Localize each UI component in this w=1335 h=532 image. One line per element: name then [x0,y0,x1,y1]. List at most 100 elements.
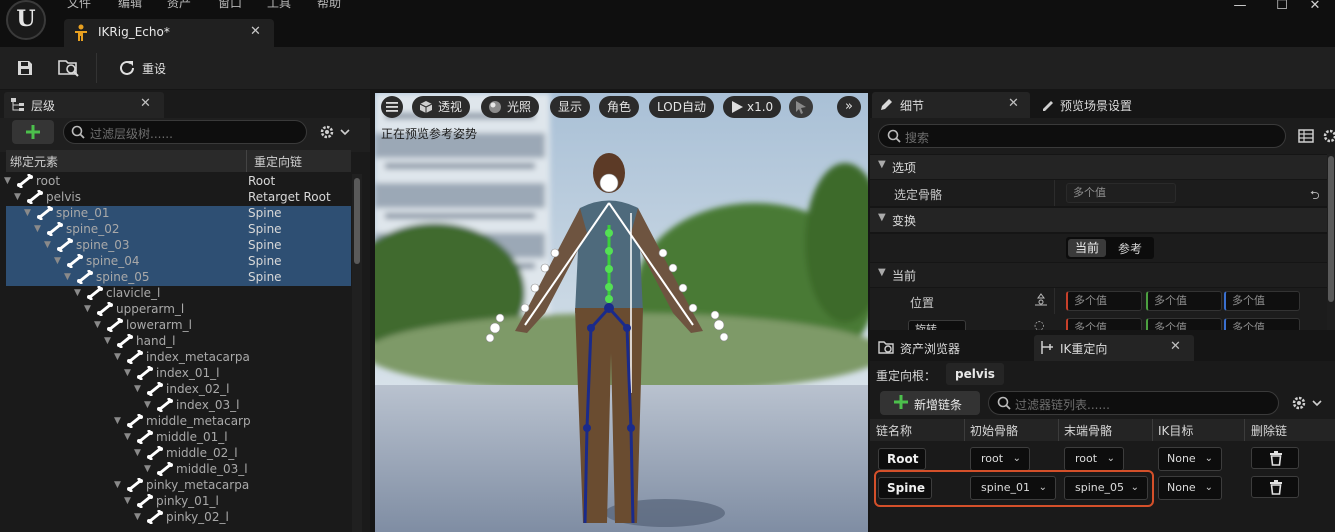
tree-row[interactable]: ▼ pinky_02_l [6,510,351,526]
menu-file[interactable]: 文件 [67,0,91,11]
expand-arrow-icon[interactable]: ▼ [24,208,31,218]
rotation-z[interactable]: 多个值 [1224,318,1300,330]
position-y[interactable]: 多个值 [1146,291,1222,311]
gear-icon[interactable] [1290,394,1324,412]
expand-arrow-icon[interactable]: ▼ [74,288,81,298]
expand-arrow-icon[interactable]: ▼ [134,448,141,458]
delete-chain-button[interactable] [1251,476,1299,498]
column-delete[interactable]: 删除链 [1251,422,1287,439]
tab-details[interactable]: 细节 ✕ [872,92,1030,118]
expand-arrow-icon[interactable]: ▼ [144,464,151,474]
menu-window[interactable]: 窗口 [218,0,242,11]
reset-to-default-icon[interactable]: ⮌ [1310,186,1320,207]
toggle-current[interactable]: 当前 [1068,239,1106,257]
chain-name-field[interactable]: Spine [878,477,932,499]
tree-row[interactable]: ▼ index_metacarpa [6,350,351,366]
expand-arrow-icon[interactable]: ▼ [104,336,111,346]
tree-row[interactable]: ▼ spine_02 Spine [6,222,351,238]
rotation-x[interactable]: 多个值 [1066,318,1142,330]
expand-arrow-icon[interactable]: ▼ [54,256,61,266]
section-transform[interactable]: ▼ 变换 [870,208,1335,232]
expand-arrow-icon[interactable]: ▼ [144,400,151,410]
tree-row[interactable]: ▼ middle_02_l [6,446,351,462]
tree-row[interactable]: ▼ spine_05 Spine [6,270,351,286]
expand-arrow-icon[interactable]: ▼ [94,320,101,330]
expand-arrow-icon[interactable]: ▼ [64,272,71,282]
expand-arrow-icon[interactable]: ▼ [14,192,21,202]
save-icon[interactable] [16,59,34,77]
unreal-logo-icon[interactable]: U [6,0,46,40]
tree-row[interactable]: ▼ root Root [4,174,351,190]
gear-icon[interactable] [1321,127,1335,145]
position-z[interactable]: 多个值 [1224,291,1300,311]
tree-row[interactable]: ▼ index_01_l [6,366,351,382]
end-bone-dropdown[interactable]: root ⌄ [1064,447,1124,471]
hierarchy-search-input[interactable]: 过滤层级树...... [63,120,307,144]
toggle-reference[interactable]: 参考 [1118,240,1142,257]
scrollbar-thumb[interactable] [1328,156,1334,302]
column-bone[interactable]: 绑定元素 [10,153,58,170]
close-icon[interactable]: ✕ [140,96,151,111]
rotation-mode-dropdown[interactable]: 旋转 ⌄ [908,320,966,330]
menu-help[interactable]: 帮助 [317,0,341,11]
lighting-button[interactable]: 光照 [481,96,540,118]
tree-row[interactable]: ▼ hand_l [6,334,351,350]
tree-row[interactable]: ▼ upperarm_l [6,302,351,318]
tree-row[interactable]: ▼ middle_03_l [6,462,351,478]
menu-tools[interactable]: 工具 [267,0,291,11]
details-search-input[interactable]: 搜索 [878,124,1286,148]
close-icon[interactable]: ✕ [1008,96,1019,111]
close-tab-icon[interactable]: ✕ [250,24,261,39]
details-scrollbar[interactable] [1327,154,1335,330]
tree-row[interactable]: ▼ spine_03 Spine [6,238,351,254]
expand-arrow-icon[interactable]: ▼ [44,240,51,250]
chain-name-field[interactable]: Root [878,448,926,470]
section-current[interactable]: ▼ 当前 [870,263,1335,287]
tree-row[interactable]: ▼ pinky_metacarpa [6,478,351,494]
expand-arrow-icon[interactable]: ▼ [124,368,131,378]
tree-row[interactable]: ▼ index_03_l [6,398,351,414]
reset-icon[interactable] [117,58,137,78]
expand-arrow-icon[interactable]: ▼ [134,384,141,394]
expand-arrow-icon[interactable]: ▼ [4,176,11,186]
column-chain[interactable]: 重定向链 [254,153,302,170]
minimize-icon[interactable]: — [1220,0,1260,14]
expand-arrow-icon[interactable]: ▼ [114,352,121,362]
expand-arrow-icon[interactable]: ▼ [114,480,121,490]
section-selection[interactable]: ▼ 选项 [870,155,1335,179]
column-start-bone[interactable]: 初始骨骼 [970,422,1018,439]
rotation-y[interactable]: 多个值 [1146,318,1222,330]
tree-row[interactable]: ▼ spine_01 Spine [6,206,351,222]
column-end-bone[interactable]: 末端骨骼 [1064,422,1112,439]
expand-toolbar-button[interactable]: » [837,96,861,118]
tree-row[interactable]: ▼ pelvis Retarget Root [6,190,351,206]
tree-row[interactable]: ▼ index_02_l [6,382,351,398]
reset-button[interactable]: 重设 [142,60,166,77]
browse-icon[interactable] [58,58,80,78]
expand-arrow-icon[interactable]: ▼ [114,416,121,426]
hierarchy-scrollbar[interactable] [352,174,362,532]
show-button[interactable]: 显示 [550,96,591,118]
retarget-root-value[interactable]: pelvis [946,363,1004,385]
add-chain-button[interactable]: 新增链条 [880,391,980,415]
expand-arrow-icon[interactable]: ▼ [134,512,141,522]
playback-speed-button[interactable]: x1.0 [723,96,782,118]
tree-row[interactable]: ▼ middle_metacarp [6,414,351,430]
viewport[interactable]: 透视 光照 显示 角色 LOD自动 x1.0 » 正在预览参考姿势 [375,93,868,532]
document-tab[interactable]: IKRig_Echo* ✕ [64,19,274,47]
selected-bones-value[interactable]: 多个值 [1066,183,1176,203]
close-icon[interactable]: ✕ [1170,339,1181,354]
add-element-button[interactable] [12,120,54,144]
expand-arrow-icon[interactable]: ▼ [124,496,131,506]
end-bone-dropdown[interactable]: spine_05 ⌄ [1064,476,1148,500]
expand-arrow-icon[interactable]: ▼ [124,432,131,442]
expand-arrow-icon[interactable]: ▼ [84,304,91,314]
select-tool-button[interactable] [789,96,813,118]
lod-button[interactable]: LOD自动 [649,96,714,118]
tab-hierarchy[interactable]: 层级 ✕ [4,92,164,118]
delete-chain-button[interactable] [1251,447,1299,469]
tree-row[interactable]: ▼ lowerarm_l [6,318,351,334]
ik-goal-dropdown[interactable]: None ⌄ [1158,447,1222,471]
ik-goal-dropdown[interactable]: None ⌄ [1158,476,1222,500]
character-button[interactable]: 角色 [599,96,640,118]
